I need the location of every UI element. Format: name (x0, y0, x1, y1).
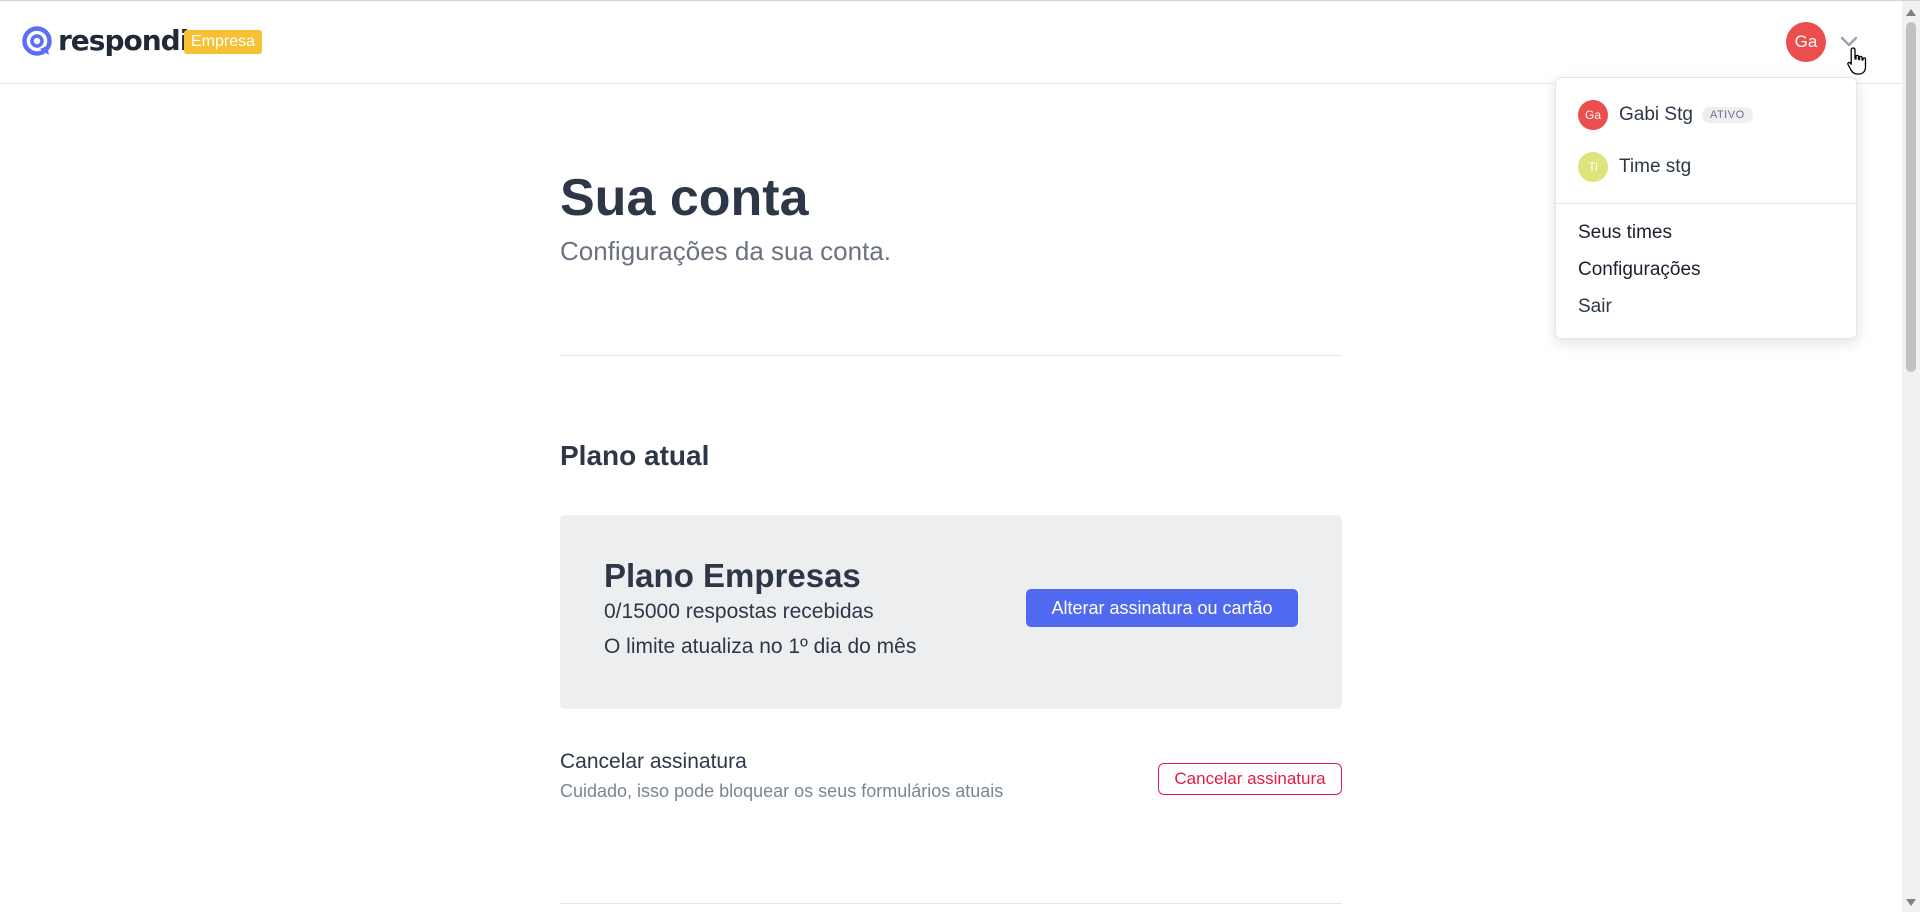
cancel-subscription-heading: Cancelar assinatura (560, 750, 747, 773)
hand-pointer-cursor-icon (1847, 47, 1867, 75)
team-item-gabi-stg[interactable]: Ga Gabi Stg ATIVO (1578, 99, 1753, 131)
current-plan-heading: Plano atual (560, 440, 710, 471)
responses-count: 0/15000 respostas recebidas (604, 600, 874, 623)
plan-badge: Empresa (184, 30, 263, 54)
account-dropdown-menu: Ga Gabi Stg ATIVO Ti Time stg Seus times… (1555, 77, 1857, 339)
limit-note: O limite atualiza no 1º dia do mês (604, 635, 917, 658)
scroll-up-arrow-icon[interactable] (1906, 9, 1916, 16)
team-name: Gabi Stg (1619, 104, 1693, 125)
menu-item-seus-times[interactable]: Seus times (1578, 222, 1672, 244)
menu-item-configuracoes[interactable]: Configurações (1578, 259, 1701, 281)
page-subtitle: Configurações da sua conta. (560, 236, 891, 266)
scrollbar-thumb[interactable] (1906, 22, 1916, 372)
plan-name: Plano Empresas (604, 557, 861, 594)
section-divider (560, 355, 1342, 356)
dropdown-divider (1556, 203, 1856, 204)
team-avatar: Ga (1578, 100, 1608, 130)
cancel-subscription-warning: Cuidado, isso pode bloquear os seus form… (560, 781, 1004, 801)
menu-item-sair[interactable]: Sair (1578, 296, 1612, 318)
brand-logo[interactable]: respondi (21, 24, 189, 57)
brand-name: respondi (58, 24, 189, 57)
page-title: Sua conta (560, 169, 809, 227)
respondi-logo-icon (22, 26, 52, 56)
top-bar: respondi Empresa Ga (0, 1, 1902, 84)
plan-card: Plano Empresas 0/15000 respostas recebid… (560, 515, 1342, 709)
cancel-subscription-button[interactable]: Cancelar assinatura (1158, 763, 1342, 795)
change-subscription-button[interactable]: Alterar assinatura ou cartão (1026, 589, 1298, 627)
scroll-down-arrow-icon[interactable] (1906, 899, 1916, 906)
vertical-scrollbar[interactable] (1902, 1, 1920, 912)
team-item-time-stg[interactable]: Ti Time stg (1578, 151, 1691, 183)
active-status-badge: ATIVO (1701, 107, 1753, 123)
section-divider-bottom (560, 903, 1342, 904)
team-avatar: Ti (1578, 152, 1608, 182)
team-name: Time stg (1619, 156, 1692, 177)
user-avatar[interactable]: Ga (1786, 22, 1826, 62)
